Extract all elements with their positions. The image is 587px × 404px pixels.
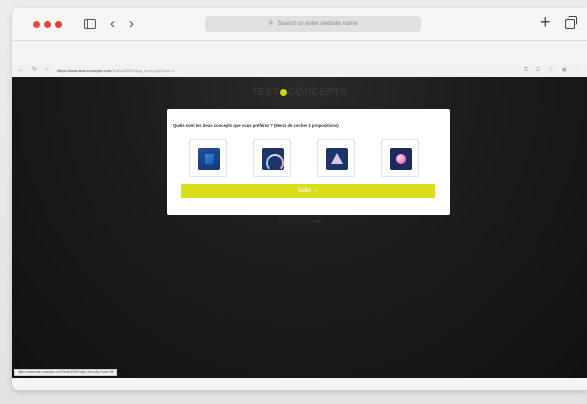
search-icon: ⚲ (268, 21, 273, 27)
close-window-button[interactable] (33, 21, 40, 28)
concept-sphere-image (390, 148, 412, 170)
page-url-bar: ← ↻ ○ https://www.test-concepts.com/Test… (12, 65, 587, 77)
page-url-path: /Tests/3394/Page_form.php?num=1 (111, 68, 175, 73)
reload-icon[interactable]: ↻ (32, 67, 37, 74)
survey-question: Quels sont les deux concepts que vous pr… (173, 123, 339, 128)
address-bar[interactable]: ⚲ Search or enter website name (205, 16, 421, 32)
key-icon[interactable]: ⚿ (524, 67, 528, 73)
back-icon[interactable]: ‹ (110, 16, 115, 32)
minimize-window-button[interactable] (44, 21, 51, 28)
screenshot-frame: ‹ › ⚲ Search or enter website name + ← ↻… (0, 0, 587, 404)
concept-triangle-image (326, 148, 348, 170)
translate-icon[interactable]: ☷ (536, 67, 540, 73)
brand-logo-text-end: CONCEPTS (288, 87, 348, 98)
concept-options (189, 139, 429, 177)
brand-logo: TEST CONCEPTS (12, 87, 587, 98)
concept-option-3[interactable] (317, 139, 355, 177)
progress-text: — — — — — — — — — 0 min (278, 219, 321, 223)
concept-cube-image (198, 148, 220, 170)
menu-icon[interactable]: ⋮ (575, 67, 580, 73)
lock-icon: ○ (45, 67, 49, 73)
next-button[interactable]: Suite → (181, 184, 435, 198)
back-small-icon[interactable]: ← (18, 67, 24, 74)
sidebar-toggle-icon[interactable] (84, 19, 96, 29)
brand-logo-text-start: TEST (251, 87, 279, 98)
browser-window: ‹ › ⚲ Search or enter website name + ← ↻… (12, 8, 587, 390)
browser-toolbar: ‹ › ⚲ Search or enter website name + (12, 8, 587, 41)
lightbulb-icon (280, 88, 287, 96)
page-url-host: https://www.test-concepts.com (57, 68, 112, 73)
extension-icon[interactable]: ▣ (562, 67, 567, 73)
star-icon[interactable]: ☆ (549, 67, 553, 73)
new-tab-icon[interactable]: + (540, 13, 551, 31)
concept-option-1[interactable] (189, 139, 227, 177)
concept-rainbow-image (262, 148, 284, 172)
forward-icon[interactable]: › (129, 16, 134, 32)
zoom-window-button[interactable] (55, 21, 62, 28)
concept-option-2[interactable] (253, 139, 291, 177)
address-placeholder: Search or enter website name (277, 21, 358, 27)
tab-overview-icon[interactable] (565, 16, 577, 29)
status-bar-url: https://www.test-concepts.com/Tests/3394… (14, 369, 118, 376)
concept-option-4[interactable] (381, 139, 419, 177)
page-viewport: TEST CONCEPTS Quels sont les deux concept… (12, 77, 587, 378)
survey-card: Quels sont les deux concepts que vous pr… (167, 109, 450, 215)
page-url[interactable]: https://www.test-concepts.com/Tests/3394… (57, 68, 175, 73)
